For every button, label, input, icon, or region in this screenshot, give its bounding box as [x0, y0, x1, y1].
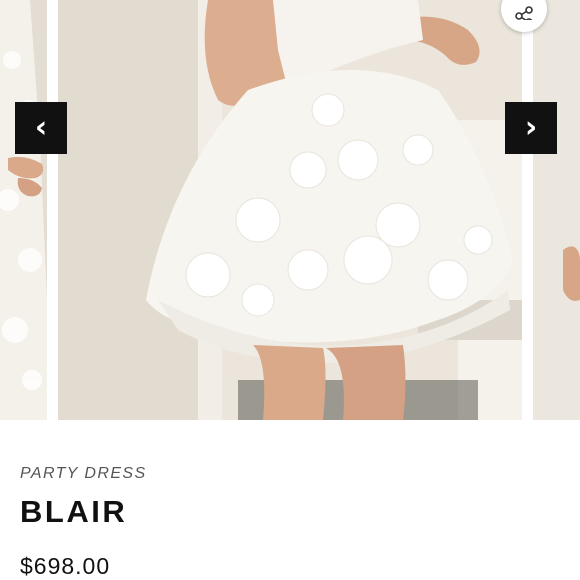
main-product-image[interactable] [58, 0, 522, 420]
chevron-right-icon: › [524, 110, 538, 145]
previous-slide-image[interactable] [0, 0, 47, 420]
next-slide-image[interactable] [533, 0, 580, 420]
product-price: $698.00 [20, 553, 111, 579]
product-category: PARTY DRESS [20, 465, 147, 482]
next-image-button[interactable]: › [505, 102, 557, 154]
chevron-left-icon: ‹ [34, 110, 48, 145]
previous-image-button[interactable]: ‹ [15, 102, 67, 154]
product-image-gallery[interactable]: ‹ › [0, 0, 580, 420]
share-icon [515, 6, 533, 20]
product-name: BLAIR [20, 494, 128, 529]
